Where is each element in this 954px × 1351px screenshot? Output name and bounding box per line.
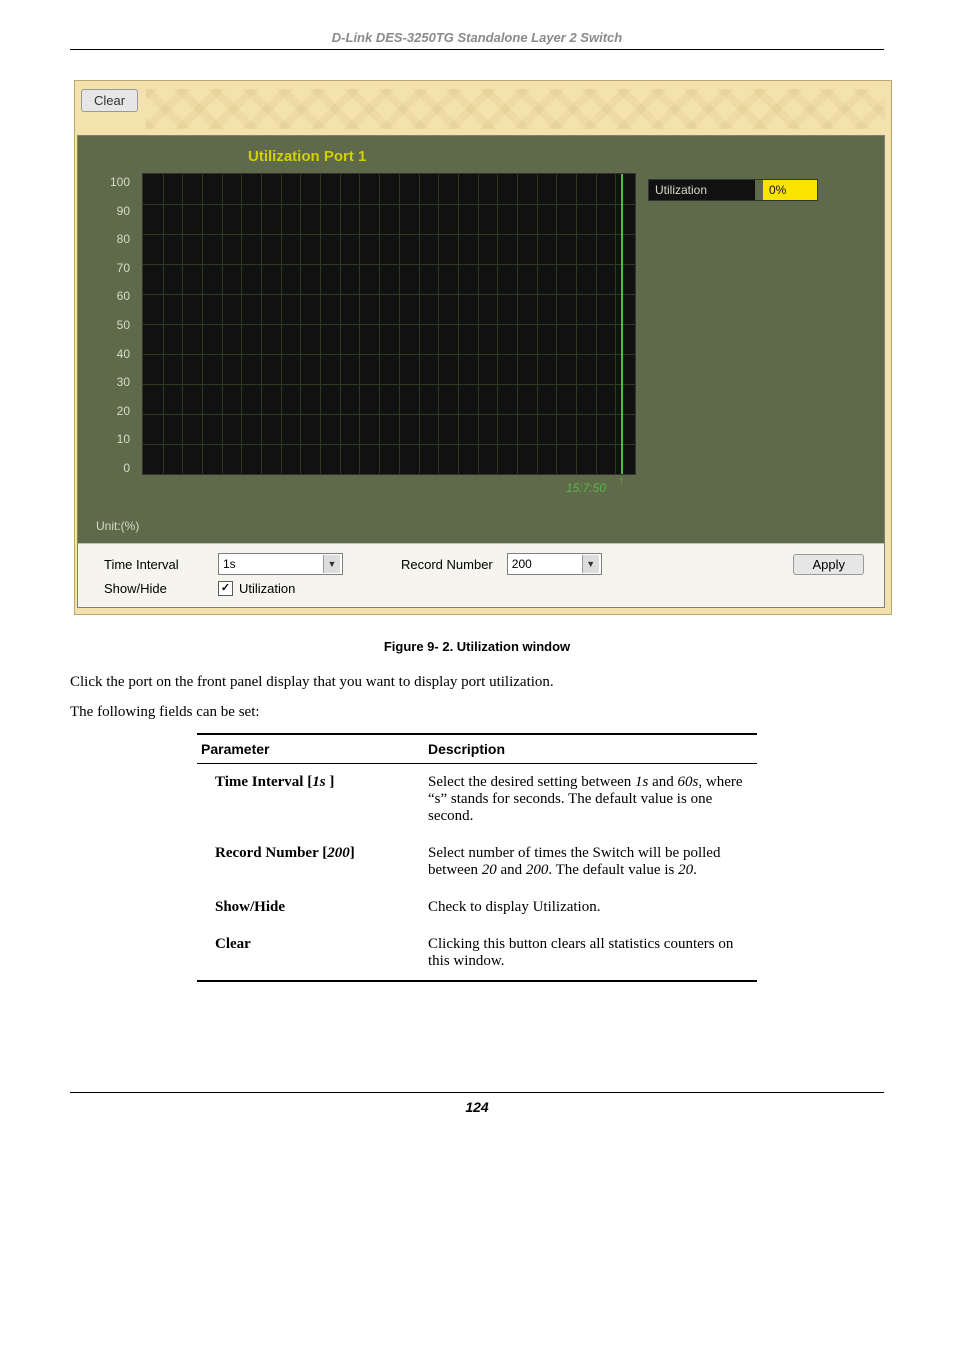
body-paragraph: Click the port on the front panel displa… bbox=[70, 672, 884, 692]
legend-value: 0% bbox=[763, 180, 817, 200]
y-tick: 40 bbox=[96, 347, 130, 361]
record-number-select[interactable]: 200 ▼ bbox=[507, 553, 602, 575]
chart-title: Utilization Port 1 bbox=[248, 136, 884, 173]
decorative-pattern bbox=[146, 89, 885, 129]
utilization-screenshot: Clear Utilization Port 1 100 90 80 70 60… bbox=[74, 80, 892, 615]
param-desc-part: and bbox=[497, 862, 526, 878]
checkbox-checked-icon: ✓ bbox=[218, 581, 233, 596]
param-desc-italic: 20 bbox=[678, 862, 693, 878]
record-number-value: 200 bbox=[512, 557, 582, 571]
y-tick: 60 bbox=[96, 289, 130, 303]
time-interval-select[interactable]: 1s ▼ bbox=[218, 553, 343, 575]
time-interval-label: Time Interval bbox=[104, 557, 204, 572]
param-name-part: ] bbox=[350, 845, 355, 861]
showhide-label: Show/Hide bbox=[104, 581, 204, 596]
param-desc-part: and bbox=[648, 774, 677, 790]
parameters-table: Parameter Description Time Interval [1s … bbox=[197, 733, 757, 982]
legend-label: Utilization bbox=[649, 180, 755, 200]
param-name-italic: 200 bbox=[327, 845, 350, 861]
param-desc-part: Select the desired setting between bbox=[428, 774, 635, 790]
y-tick: 80 bbox=[96, 232, 130, 246]
param-name-part: ] bbox=[326, 774, 335, 790]
chevron-down-icon: ▼ bbox=[323, 555, 340, 573]
table-row: Time Interval [1s ] Select the desired s… bbox=[197, 763, 757, 835]
chart-plot-area: ↑ bbox=[142, 173, 636, 475]
param-desc: Clicking this button clears all statisti… bbox=[424, 926, 757, 981]
legend-utilization: Utilization 0% bbox=[648, 179, 818, 201]
param-name-italic: 1s bbox=[312, 774, 325, 790]
chevron-down-icon: ▼ bbox=[582, 555, 599, 573]
chart-timestamp: 15:7:50 bbox=[142, 481, 636, 495]
table-row: Record Number [200] Select number of tim… bbox=[197, 835, 757, 889]
table-header-description: Description bbox=[424, 734, 757, 764]
utilization-checkbox[interactable]: ✓ Utilization bbox=[218, 581, 295, 596]
time-interval-value: 1s bbox=[223, 557, 323, 571]
y-tick: 0 bbox=[96, 461, 130, 475]
chart-controls: Time Interval 1s ▼ Record Number 200 ▼ A… bbox=[78, 543, 884, 607]
param-desc-italic: 200 bbox=[526, 862, 549, 878]
y-tick: 70 bbox=[96, 261, 130, 275]
y-tick: 100 bbox=[96, 175, 130, 189]
param-name: Show/Hide bbox=[197, 889, 424, 926]
chart-cursor-line bbox=[621, 174, 623, 474]
chart-panel: Utilization Port 1 100 90 80 70 60 50 40… bbox=[77, 135, 885, 608]
apply-button[interactable]: Apply bbox=[793, 554, 864, 575]
param-name: Clear bbox=[197, 926, 424, 981]
param-desc: Check to display Utilization. bbox=[424, 889, 757, 926]
y-tick: 30 bbox=[96, 375, 130, 389]
y-tick: 90 bbox=[96, 204, 130, 218]
table-row: Show/Hide Check to display Utilization. bbox=[197, 889, 757, 926]
param-name-part: Time Interval [ bbox=[215, 774, 312, 790]
param-desc-italic: 60s bbox=[678, 774, 699, 790]
param-desc-italic: 20 bbox=[482, 862, 497, 878]
body-paragraph: The following fields can be set: bbox=[70, 702, 884, 722]
y-axis-ticks: 100 90 80 70 60 50 40 30 20 10 0 bbox=[96, 173, 130, 475]
y-tick: 10 bbox=[96, 432, 130, 446]
table-header-parameter: Parameter bbox=[197, 734, 424, 764]
chart-unit-label: Unit:(%) bbox=[78, 505, 884, 543]
param-desc-part: . The default value is bbox=[548, 862, 678, 878]
page-number: 124 bbox=[70, 1092, 884, 1115]
record-number-label: Record Number bbox=[401, 557, 493, 572]
table-row: Clear Clicking this button clears all st… bbox=[197, 926, 757, 981]
clear-button[interactable]: Clear bbox=[81, 89, 138, 112]
doc-header: D-Link DES-3250TG Standalone Layer 2 Swi… bbox=[70, 30, 884, 50]
param-desc-part: . bbox=[693, 862, 697, 878]
figure-caption: Figure 9- 2. Utilization window bbox=[70, 639, 884, 654]
y-tick: 20 bbox=[96, 404, 130, 418]
param-name-part: Record Number [ bbox=[215, 845, 327, 861]
param-desc-italic: 1s bbox=[635, 774, 648, 790]
y-tick: 50 bbox=[96, 318, 130, 332]
utilization-checkbox-label: Utilization bbox=[239, 581, 295, 596]
chart-cursor-arrow-icon: ↑ bbox=[619, 476, 625, 486]
